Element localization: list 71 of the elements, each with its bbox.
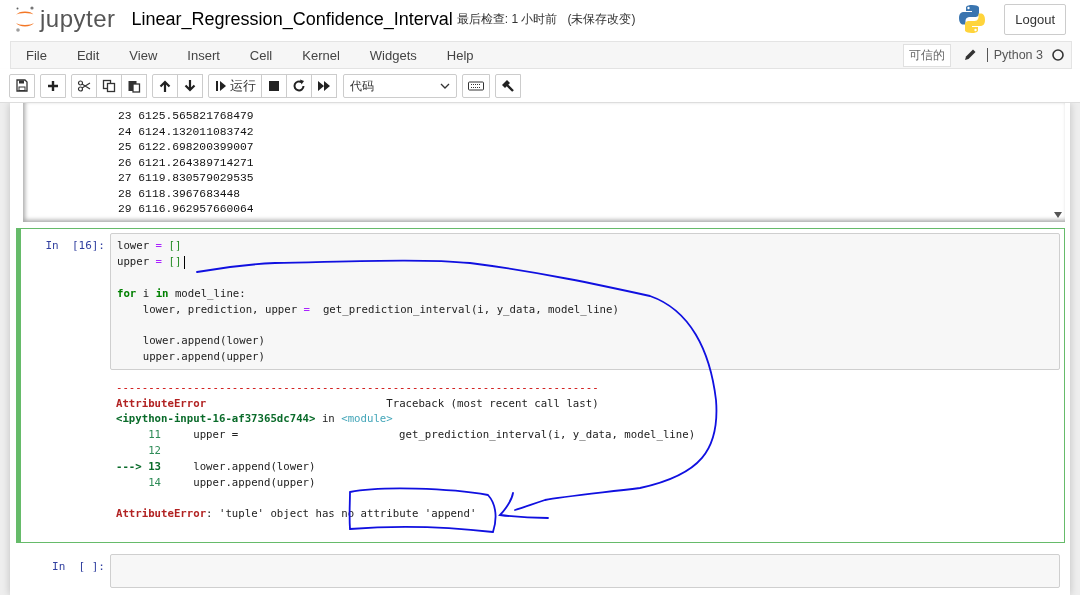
trusted-indicator[interactable]: 可信的 [902, 43, 951, 67]
menu-item[interactable]: Kernel [302, 47, 340, 63]
output-line: 28 6118.3967683448 [118, 186, 242, 202]
hammer-icon [501, 79, 515, 93]
output-line: 29 6116.962957660064 [118, 202, 255, 217]
scissors-button[interactable] [71, 74, 97, 98]
code-line: upper.append(upper) [141, 349, 265, 365]
code-editor[interactable]: lower = [] upper = [] for i in model_line: lower, prediction, upper = get_prediction_interval(i, y_data, model_line) lower.append(lower) upper.append(upper) [110, 233, 1060, 370]
arrow-up-icon [158, 79, 172, 93]
menu-item[interactable]: Insert [187, 47, 220, 63]
input-prompt: In [ ]: [51, 559, 106, 573]
menu-item[interactable]: Edit [76, 47, 100, 63]
stop-icon [267, 79, 281, 93]
logout-button[interactable]: Logout [1004, 3, 1066, 35]
menu-item[interactable]: Help [446, 47, 474, 63]
output-line: 25 6122.698200399007 [118, 140, 255, 155]
restart-button[interactable] [286, 74, 312, 98]
traceback-line: <ipython-input-16-af37365dc744> in <module> [116, 411, 393, 428]
pencil-icon [962, 48, 977, 62]
kernel-name: Python 3 [986, 48, 1043, 62]
traceback-line: 11 upper = get_prediction_interval(i, y_data, model_line) [147, 427, 696, 443]
fast-forward-button[interactable] [311, 74, 337, 98]
scroll-down-icon [1054, 212, 1062, 219]
output-line: 26 6121.264389714271 [118, 155, 255, 171]
code-line: lower = [] [117, 238, 182, 255]
paste-button[interactable] [121, 74, 147, 98]
notebook-title[interactable]: Linear_Regression_Confidence_Interval [131, 8, 453, 30]
traceback-line: AttributeError Traceback (most recent call last) [116, 395, 599, 412]
output-line: 24 6124.132011083742 [118, 124, 255, 140]
checkpoint-status: 最后检查: 1 小时前 [456, 10, 558, 28]
fast-forward-icon [317, 79, 331, 93]
arrow-down-button[interactable] [177, 74, 203, 98]
code-line: lower, prediction, upper = get_prediction_interval(i, y_data, model_line) [141, 301, 619, 318]
menu-item[interactable]: Widgets [369, 47, 417, 63]
plus-icon [46, 79, 60, 93]
keyboard-button[interactable] [462, 74, 490, 98]
hammer-button[interactable] [495, 74, 521, 98]
arrow-up-button[interactable] [152, 74, 178, 98]
stop-button[interactable] [261, 74, 287, 98]
input-prompt: In [16]: [44, 238, 106, 253]
paste-icon [127, 79, 141, 93]
autosave-status: (未保存改变) [567, 10, 636, 28]
traceback-line: ---> 13 lower.append(lower) [116, 458, 316, 475]
menu-item[interactable]: Cell [249, 47, 273, 63]
save-icon [15, 79, 29, 93]
code-line: lower.append(lower) [141, 333, 265, 350]
text-cursor [184, 256, 185, 270]
run-button[interactable]: 运行 [208, 74, 262, 98]
code-line: upper = [] [117, 254, 182, 271]
traceback-line: --------------------------------------------------------------------------- [116, 379, 599, 396]
menu-item[interactable]: File [26, 47, 47, 63]
restart-icon [292, 79, 306, 93]
traceback-line: 12 [147, 443, 162, 459]
copy-button[interactable] [96, 74, 122, 98]
scissors-icon [77, 79, 91, 93]
output-line: 27 6119.830579029535 [118, 171, 255, 186]
copy-icon [102, 79, 116, 93]
plus-button[interactable] [40, 74, 66, 98]
keyboard-icon [468, 79, 484, 93]
menu-item[interactable]: View [129, 47, 158, 63]
arrow-down-icon [183, 79, 197, 93]
code-line: for i in model_line: [117, 285, 246, 302]
output-line: 23 6125.565821768479 [118, 109, 255, 124]
save-button[interactable] [9, 74, 35, 98]
python-logo-icon [958, 4, 987, 34]
traceback-line: 14 upper.append(upper) [147, 474, 316, 491]
jupyter-logo-icon [14, 4, 36, 34]
step-forward-icon [214, 79, 228, 93]
logo-text: jupyter [40, 5, 116, 33]
caret-icon [440, 83, 450, 89]
cell-type-dropdown[interactable]: 代码 [343, 74, 457, 98]
